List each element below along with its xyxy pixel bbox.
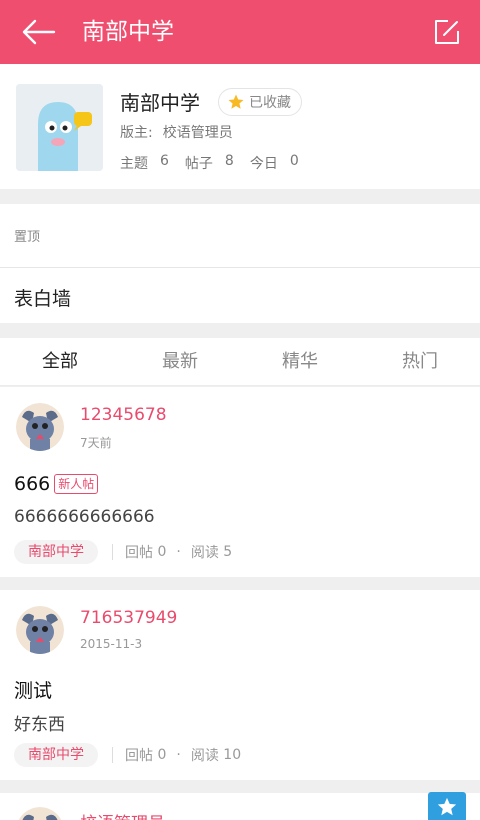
forum-stats: 主题 6 帖子 8 今日 0 bbox=[120, 153, 315, 173]
top-app-bar: 南部中学 bbox=[0, 0, 480, 64]
forum-tag-chip[interactable]: 南部中学 bbox=[14, 540, 98, 564]
arrow-left-icon[interactable] bbox=[20, 17, 56, 47]
tab-latest[interactable]: 最新 bbox=[120, 338, 240, 385]
views-count: 10 bbox=[223, 747, 242, 763]
replies-count: 0 bbox=[157, 544, 167, 560]
page-title: 南部中学 bbox=[82, 19, 174, 45]
post-author[interactable]: 12345678 bbox=[80, 405, 167, 425]
stat-today-value: 0 bbox=[289, 153, 299, 169]
views-count: 5 bbox=[223, 544, 233, 560]
star-icon bbox=[437, 797, 457, 816]
edit-icon[interactable] bbox=[434, 19, 460, 45]
avatar[interactable] bbox=[16, 403, 64, 451]
post-body: 6666666666666 bbox=[14, 507, 155, 527]
favorite-label: 已收藏 bbox=[249, 95, 291, 111]
post-footer: 南部中学 回帖 0 · 阅读 5 bbox=[14, 540, 232, 564]
post-time: 7天前 bbox=[80, 436, 112, 450]
tab-all[interactable]: 全部 bbox=[0, 338, 120, 385]
replies-label: 回帖 bbox=[125, 545, 153, 561]
post-author[interactable]: 校语管理员 bbox=[80, 809, 165, 820]
user-avatar-icon bbox=[16, 606, 64, 654]
post-item[interactable]: 12345678 7天前 666 新人帖 6666666666666 南部中学 … bbox=[0, 387, 480, 577]
forum-avatar bbox=[16, 84, 103, 171]
floating-favorite-button[interactable] bbox=[428, 792, 466, 820]
post-time: 2015-11-3 bbox=[80, 637, 143, 651]
dot-separator: · bbox=[176, 544, 181, 560]
replies-label: 回帖 bbox=[125, 748, 153, 764]
newbie-post-badge: 新人帖 bbox=[54, 474, 99, 494]
pinned-section: 置顶 表白墙 bbox=[0, 204, 480, 323]
tab-featured[interactable]: 精华 bbox=[240, 338, 360, 385]
user-avatar-icon bbox=[18, 807, 62, 820]
stat-posts-value: 8 bbox=[224, 153, 234, 169]
divider bbox=[112, 747, 113, 763]
forum-info-card: 南部中学 已收藏 版主: 校语管理员 主题 6 帖子 8 今日 0 bbox=[0, 64, 480, 189]
favorite-button[interactable]: 已收藏 bbox=[218, 88, 302, 116]
stat-posts-label: 帖子 bbox=[184, 156, 213, 172]
post-title-text: 666 bbox=[14, 473, 51, 495]
post-body: 好东西 bbox=[14, 715, 65, 735]
post-title[interactable]: 测试 bbox=[14, 676, 52, 703]
stat-today-label: 今日 bbox=[249, 156, 278, 172]
post-item[interactable]: 校语管理员 bbox=[0, 793, 480, 820]
replies-count: 0 bbox=[157, 747, 167, 763]
pinned-post-item[interactable]: 表白墙 bbox=[14, 284, 71, 311]
views-label: 阅读 bbox=[190, 748, 219, 764]
pinned-label: 置顶 bbox=[14, 230, 41, 245]
post-author[interactable]: 716537949 bbox=[80, 608, 177, 628]
forum-tag-chip[interactable]: 南部中学 bbox=[14, 743, 98, 767]
forum-name: 南部中学 bbox=[120, 91, 200, 115]
tab-hot[interactable]: 热门 bbox=[360, 338, 480, 385]
user-avatar-icon bbox=[16, 403, 64, 451]
star-icon bbox=[228, 94, 244, 109]
avatar[interactable] bbox=[16, 606, 64, 654]
divider bbox=[0, 267, 480, 268]
dot-separator: · bbox=[176, 747, 181, 763]
moderator-name: 校语管理员 bbox=[162, 125, 233, 141]
post-title-text: 测试 bbox=[14, 680, 53, 702]
filter-tabs: 全部 最新 精华 热门 bbox=[0, 338, 480, 386]
avatar[interactable] bbox=[16, 807, 64, 820]
post-footer: 南部中学 回帖 0 · 阅读 10 bbox=[14, 743, 241, 767]
stat-topics-value: 6 bbox=[160, 153, 169, 169]
ghost-mascot-icon bbox=[16, 84, 103, 171]
moderator-info: 版主: 校语管理员 bbox=[120, 122, 233, 142]
divider bbox=[112, 544, 113, 560]
moderator-label: 版主: bbox=[120, 125, 153, 141]
post-item[interactable]: 716537949 2015-11-3 测试 好东西 南部中学 回帖 0 · 阅… bbox=[0, 590, 480, 780]
stat-topics-label: 主题 bbox=[120, 156, 148, 172]
views-label: 阅读 bbox=[190, 545, 219, 561]
post-title[interactable]: 666 新人帖 bbox=[14, 473, 99, 495]
